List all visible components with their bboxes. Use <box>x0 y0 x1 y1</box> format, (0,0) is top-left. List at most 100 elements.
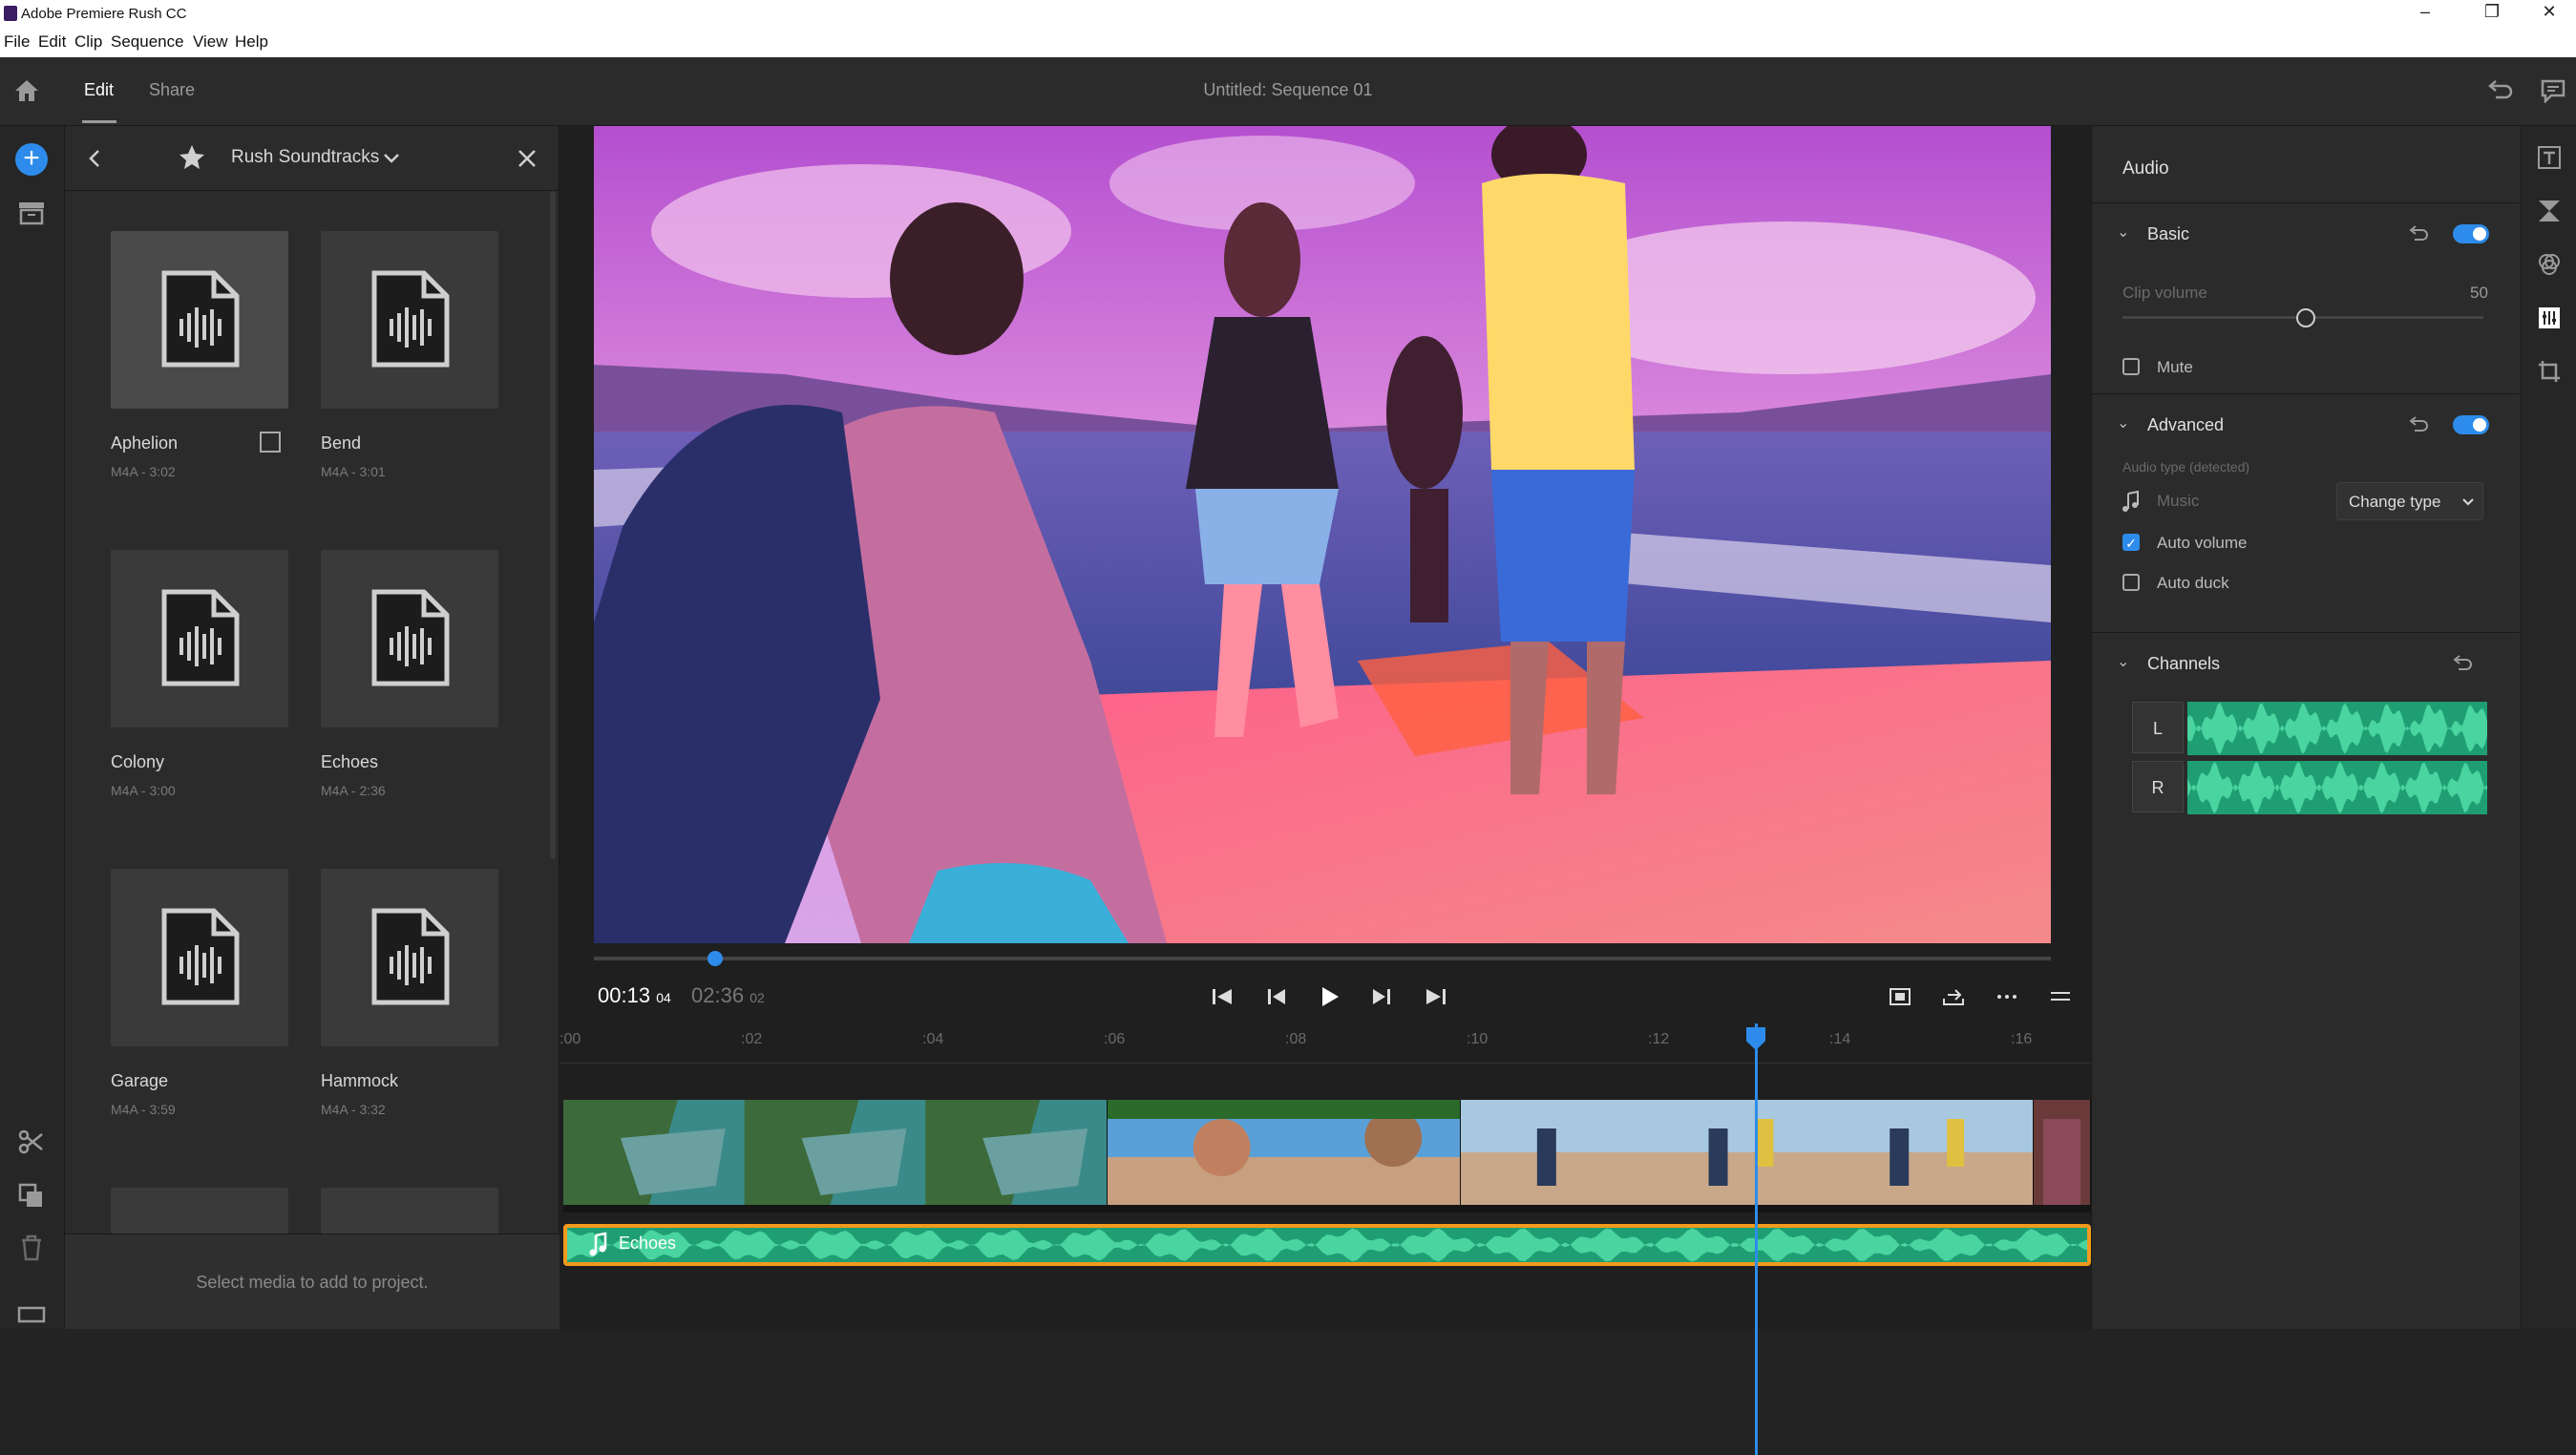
audio-type-value: Music <box>2157 492 2200 510</box>
music-icon <box>2122 490 2139 512</box>
video-clip-selfie[interactable] <box>1108 1100 1461 1205</box>
auto-volume-checkbox[interactable]: ✓ <box>2122 534 2140 551</box>
menu-sequence[interactable]: Sequence <box>111 32 184 52</box>
right-channel-button[interactable]: R <box>2132 761 2184 812</box>
audio-properties-panel: Audio ⌄ Basic Clip volume 50 Mute ⌄ Adva… <box>2091 126 2522 1329</box>
preview-icon[interactable] <box>260 432 281 453</box>
media-browser-panel: Rush Soundtracks Aphelion M4A - 3:02 Bend M… <box>65 126 560 1329</box>
menu-file[interactable]: File <box>4 32 30 52</box>
timeline-view-icon[interactable] <box>2041 978 2080 1016</box>
right-toolbar <box>2521 126 2576 1329</box>
go-to-start-icon[interactable] <box>1203 978 1241 1016</box>
caption-icon[interactable] <box>17 1302 46 1325</box>
fit-to-screen-icon[interactable] <box>1881 978 1919 1016</box>
media-tile[interactable] <box>111 869 288 1046</box>
go-to-end-icon[interactable] <box>1417 978 1455 1016</box>
menu-help[interactable]: Help <box>235 32 268 52</box>
crop-icon[interactable] <box>2537 359 2562 384</box>
media-tile[interactable] <box>111 550 288 728</box>
advanced-toggle[interactable] <box>2453 415 2489 434</box>
undo-icon[interactable] <box>2486 78 2515 103</box>
reset-icon[interactable] <box>2451 654 2474 675</box>
duplicate-icon[interactable] <box>17 1182 46 1209</box>
change-type-label: Change type <box>2349 493 2441 511</box>
feedback-icon[interactable] <box>2540 78 2566 103</box>
video-preview[interactable] <box>594 126 2051 943</box>
audio-clip-echoes[interactable]: Echoes <box>563 1224 2091 1266</box>
timeline-playhead[interactable] <box>1755 1023 1758 1455</box>
left-channel-button[interactable]: L <box>2132 702 2184 753</box>
music-note-icon <box>589 1232 607 1256</box>
left-channel-waveform <box>2187 702 2487 755</box>
maximize-button[interactable]: ❐ <box>2473 2 2511 27</box>
audio-file-icon <box>161 908 240 1005</box>
media-tile-name: Echoes <box>321 752 379 771</box>
ruler-label: :10 <box>1467 1031 1489 1047</box>
media-grid: Aphelion M4A - 3:02 Bend M4A - 3:01 Colony M4… <box>65 126 542 1234</box>
audio-file-icon <box>371 589 450 686</box>
menu-clip[interactable]: Clip <box>74 32 102 52</box>
more-options-icon[interactable] <box>1988 978 2026 1016</box>
add-media-button[interactable]: + <box>15 143 48 176</box>
reset-icon[interactable] <box>2407 415 2430 436</box>
auto-duck-label: Auto duck <box>2157 574 2229 592</box>
transitions-icon[interactable] <box>2537 199 2562 223</box>
media-tile[interactable] <box>321 869 498 1046</box>
audio-mixer-icon[interactable] <box>2537 306 2562 330</box>
media-tile[interactable] <box>111 231 288 409</box>
step-back-icon[interactable] <box>1256 978 1295 1016</box>
media-scrollbar[interactable] <box>550 191 556 859</box>
playback-scrubber[interactable] <box>594 957 2051 960</box>
clip-volume-handle[interactable] <box>2296 308 2315 327</box>
mute-checkbox[interactable] <box>2122 358 2140 375</box>
advanced-section-title[interactable]: Advanced <box>2147 415 2224 435</box>
close-window-button[interactable]: ✕ <box>2530 2 2568 27</box>
minimize-button[interactable]: – <box>2406 2 2444 27</box>
export-frame-icon[interactable] <box>1934 978 1973 1016</box>
app-header: Edit Share Untitled: Sequence 01 <box>0 57 2576 126</box>
media-tile[interactable] <box>321 231 498 409</box>
play-icon[interactable] <box>1310 978 1348 1016</box>
media-tile-meta: M4A - 3:32 <box>321 1102 386 1117</box>
advanced-section: ⌄ Advanced Audio type (detected) Music C… <box>2092 393 2522 592</box>
reset-icon[interactable] <box>2407 224 2430 245</box>
titles-icon[interactable] <box>2537 145 2562 170</box>
media-tile-meta: M4A - 3:02 <box>111 464 176 479</box>
change-type-dropdown[interactable]: Change type <box>2336 482 2483 520</box>
ruler-label: :02 <box>741 1031 763 1047</box>
menu-edit[interactable]: Edit <box>38 32 66 52</box>
timeline-ruler[interactable]: :00:02:04:06:08:10:12:14:16 <box>560 1023 2091 1064</box>
split-clip-icon[interactable] <box>17 1128 46 1155</box>
clip-volume-value[interactable]: 50 <box>2470 284 2488 303</box>
audio-file-icon <box>161 589 240 686</box>
ruler-label: :16 <box>2011 1031 2033 1047</box>
media-tile-meta: M4A - 3:59 <box>111 1102 176 1117</box>
media-tile[interactable] <box>321 1188 498 1234</box>
video-clip-next[interactable] <box>2034 1100 2091 1205</box>
channels-section-title[interactable]: Channels <box>2147 654 2220 674</box>
media-tile[interactable] <box>111 1188 288 1234</box>
basic-toggle[interactable] <box>2453 224 2489 243</box>
media-tile-meta: M4A - 3:00 <box>111 783 176 798</box>
delete-icon[interactable] <box>17 1234 46 1262</box>
basic-section-title[interactable]: Basic <box>2147 224 2189 244</box>
audio-file-icon <box>161 270 240 368</box>
video-clip-beach[interactable] <box>1461 1100 2034 1205</box>
scrubber-handle[interactable] <box>707 951 723 966</box>
media-tile-name: Garage <box>111 1071 169 1090</box>
project-assets-icon[interactable] <box>17 200 46 225</box>
color-icon[interactable] <box>2537 252 2562 277</box>
audio-file-icon <box>371 908 450 1005</box>
media-tile-name: Hammock <box>321 1071 399 1090</box>
window-titlebar: Adobe Premiere Rush CC – ❐ ✕ <box>0 0 2576 29</box>
chevron-down-icon[interactable]: ⌄ <box>2117 222 2129 242</box>
media-tile[interactable] <box>321 550 498 728</box>
audio-clip-label: Echoes <box>619 1234 677 1253</box>
basic-section: ⌄ Basic Clip volume 50 Mute <box>2092 202 2522 393</box>
auto-duck-checkbox[interactable] <box>2122 574 2140 591</box>
step-forward-icon[interactable] <box>1363 978 1402 1016</box>
chevron-down-icon[interactable]: ⌄ <box>2117 413 2129 432</box>
chevron-down-icon[interactable]: ⌄ <box>2117 652 2129 671</box>
video-clip-aerial[interactable] <box>563 1100 1108 1205</box>
menu-view[interactable]: View <box>193 32 228 52</box>
